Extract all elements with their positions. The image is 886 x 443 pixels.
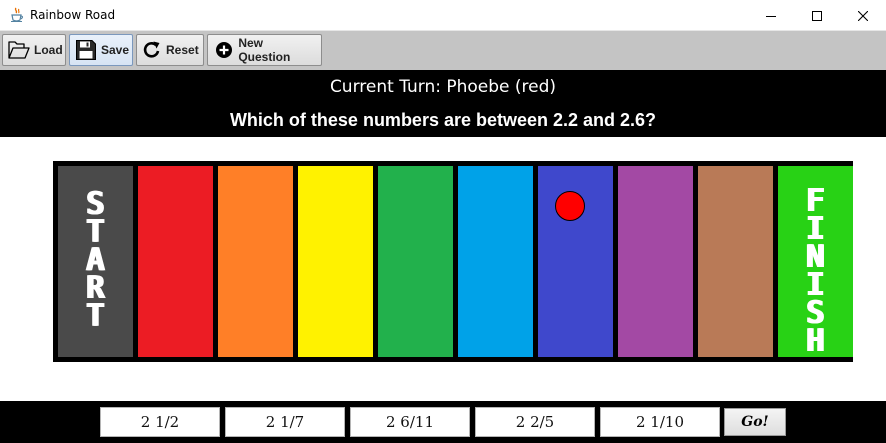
current-turn-text: Current Turn: Phoebe (red) <box>329 77 557 97</box>
answer-bar: 2 1/2 2 1/7 2 6/11 2 2/5 2 1/10 Go! <box>0 401 886 443</box>
refresh-icon <box>142 39 162 61</box>
answer-option[interactable]: 2 1/10 <box>600 407 720 437</box>
start-lane: START <box>58 166 133 357</box>
close-button[interactable] <box>840 0 886 31</box>
answer-option[interactable]: 2 2/5 <box>475 407 595 437</box>
plus-circle-icon <box>213 39 234 61</box>
folder-icon <box>8 39 30 61</box>
minimize-icon <box>766 11 776 21</box>
answer-option[interactable]: 2 1/7 <box>225 407 345 437</box>
lane-brown <box>698 166 773 357</box>
save-button[interactable]: Save <box>69 34 133 66</box>
lane-green <box>378 166 453 357</box>
maximize-icon <box>812 10 822 21</box>
close-icon <box>858 10 868 21</box>
lane-orange <box>218 166 293 357</box>
load-label: Load <box>34 43 63 57</box>
new-question-button[interactable]: New Question <box>207 34 322 66</box>
title-bar: Rainbow Road <box>0 0 886 31</box>
game-board: START FINISH <box>53 161 853 362</box>
window-title: Rainbow Road <box>30 8 116 22</box>
question-header: Current Turn: Phoebe (red) Which of thes… <box>0 70 886 137</box>
start-label: START <box>58 189 133 334</box>
go-button[interactable]: Go! <box>724 408 786 436</box>
java-cup-icon <box>9 7 25 23</box>
reset-label: Reset <box>166 43 199 57</box>
finish-label: FINISH <box>778 186 853 359</box>
player-token <box>555 191 585 221</box>
new-question-label: New Question <box>238 36 291 64</box>
question-text: Which of these numbers are between 2.2 a… <box>229 110 657 130</box>
lane-purple <box>618 166 693 357</box>
save-label: Save <box>101 43 130 57</box>
lane-red <box>138 166 213 357</box>
load-button[interactable]: Load <box>2 34 66 66</box>
answer-option[interactable]: 2 6/11 <box>350 407 470 437</box>
answer-option[interactable]: 2 1/2 <box>100 407 220 437</box>
endcap-letter: T <box>86 298 105 334</box>
endcap-letter: H <box>806 323 825 359</box>
minimize-button[interactable] <box>748 0 794 31</box>
finish-lane: FINISH <box>778 166 853 357</box>
toolbar: Load Save Reset New Question <box>0 31 886 70</box>
floppy-disk-icon <box>75 39 97 61</box>
reset-button[interactable]: Reset <box>136 34 204 66</box>
lane-light-blue <box>458 166 533 357</box>
lane-yellow <box>298 166 373 357</box>
maximize-button[interactable] <box>794 0 840 31</box>
